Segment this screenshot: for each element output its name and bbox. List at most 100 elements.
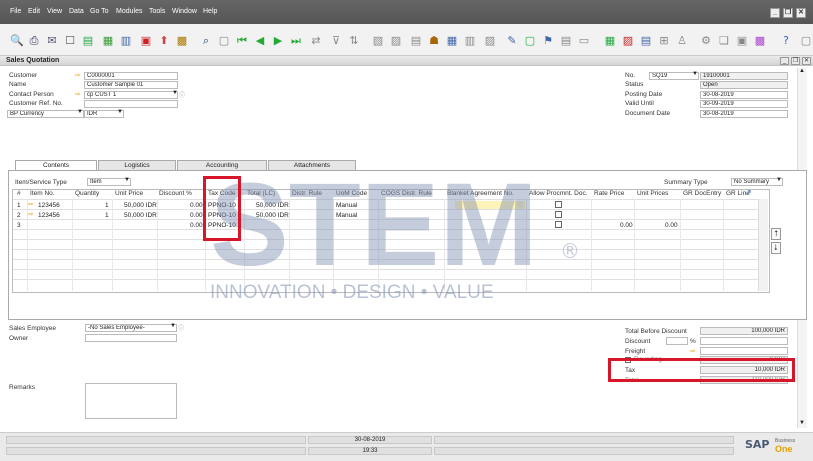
- quantity-cell[interactable]: 1: [105, 202, 109, 209]
- transaction-journal-icon[interactable]: ▨: [484, 35, 496, 47]
- menu-tools[interactable]: Tools: [149, 8, 165, 15]
- blanket-agreement-cell[interactable]: [455, 201, 525, 209]
- chevron-down-icon[interactable]: ▼: [117, 109, 123, 115]
- col-header-num[interactable]: #: [17, 190, 21, 197]
- launch-icon[interactable]: ⬆: [158, 35, 170, 47]
- lock-icon[interactable]: ▩: [176, 35, 188, 47]
- total-lc-cell[interactable]: 50,000 IDR: [256, 212, 289, 219]
- target-document-icon[interactable]: ▨: [390, 35, 402, 47]
- unit-prices-cell[interactable]: 0.00: [665, 222, 678, 229]
- col-header-blanket-agreement[interactable]: Blanket Agreement No.: [447, 190, 514, 197]
- discount-cell[interactable]: 0.00: [190, 202, 203, 209]
- info-icon[interactable]: ⓘ: [517, 200, 523, 209]
- chevron-down-icon[interactable]: ▼: [170, 323, 176, 329]
- messages-icon[interactable]: ▤: [560, 35, 572, 47]
- tab-attachments[interactable]: Attachments: [268, 160, 356, 170]
- contact-person-field[interactable]: cp CUST 1: [84, 91, 178, 99]
- menu-file[interactable]: File: [10, 8, 21, 15]
- allow-procmnt-checkbox[interactable]: [555, 221, 562, 228]
- menu-edit[interactable]: Edit: [28, 8, 40, 15]
- chevron-down-icon[interactable]: ▼: [124, 177, 130, 183]
- add-icon[interactable]: ▢: [218, 35, 230, 47]
- link-arrow-icon[interactable]: ⇨: [75, 90, 81, 98]
- volume-weight-icon[interactable]: ▥: [464, 35, 476, 47]
- col-header-unit-price[interactable]: Unit Price: [115, 190, 143, 197]
- base-document-icon[interactable]: ▧: [372, 35, 384, 47]
- minimize-icon[interactable]: _: [770, 8, 780, 18]
- menu-goto[interactable]: Go To: [90, 8, 109, 15]
- window-restore-icon[interactable]: ❐: [791, 57, 800, 65]
- col-header-uom-code[interactable]: UoM Code: [336, 190, 367, 197]
- col-header-allow-procmnt[interactable]: Allow Procmnt. Doc.: [529, 190, 588, 197]
- move-row-up-icon[interactable]: ⭡: [771, 228, 781, 240]
- exit-icon[interactable]: ▢: [800, 35, 812, 47]
- document-draft-icon[interactable]: ▢: [524, 35, 536, 47]
- remarks-textarea[interactable]: [85, 383, 177, 419]
- chevron-down-icon[interactable]: ▼: [776, 177, 782, 183]
- first-record-icon[interactable]: ⏮: [236, 35, 248, 47]
- bp-currency-select[interactable]: BP Currency: [7, 110, 84, 118]
- item-no-cell[interactable]: 123456: [38, 202, 60, 209]
- tab-logistics[interactable]: Logistics: [98, 160, 176, 170]
- menu-modules[interactable]: Modules: [116, 8, 142, 15]
- customer-field[interactable]: C0000001: [84, 72, 178, 80]
- addon-icon[interactable]: ▩: [754, 35, 766, 47]
- alerts-icon[interactable]: ⚑: [542, 35, 554, 47]
- uom-code-cell[interactable]: Manual: [336, 212, 357, 219]
- allow-procmnt-checkbox[interactable]: [555, 201, 562, 208]
- valid-until-field[interactable]: 30-09-2019: [700, 100, 788, 108]
- info-icon[interactable]: ⓘ: [179, 90, 185, 99]
- customer-ref-field[interactable]: [84, 100, 178, 108]
- edit-icon[interactable]: ✎: [506, 35, 518, 47]
- move-row-down-icon[interactable]: ⭣: [771, 242, 781, 254]
- scroll-down-icon[interactable]: ▼: [799, 420, 805, 426]
- excel-icon[interactable]: ▦: [102, 35, 114, 47]
- chevron-down-icon[interactable]: ▼: [77, 109, 83, 115]
- sms-icon[interactable]: ☐: [64, 35, 76, 47]
- report-icon[interactable]: ▤: [640, 35, 652, 47]
- window-minimize-icon[interactable]: _: [780, 57, 789, 65]
- chevron-down-icon[interactable]: ▼: [692, 71, 698, 77]
- rate-price-cell[interactable]: 0.00: [620, 222, 633, 229]
- relationship-map-icon[interactable]: ▤: [410, 35, 422, 47]
- window-close-icon[interactable]: ✕: [802, 57, 811, 65]
- word-icon[interactable]: ▥: [120, 35, 132, 47]
- unit-price-cell[interactable]: 50,000 IDR: [124, 212, 157, 219]
- find-icon[interactable]: ⌕: [200, 35, 212, 47]
- freight-field[interactable]: [700, 347, 788, 355]
- menu-help[interactable]: Help: [203, 8, 217, 15]
- copy-icon[interactable]: ❏: [718, 35, 730, 47]
- expand-icon[interactable]: ↗: [745, 188, 752, 197]
- col-header-quantity[interactable]: Quantity: [75, 190, 99, 197]
- gross-profit-icon[interactable]: ☗: [428, 35, 440, 47]
- info-icon[interactable]: ⓘ: [178, 323, 184, 332]
- quantity-cell[interactable]: 1: [105, 212, 109, 219]
- tree-icon[interactable]: ⊞: [658, 35, 670, 47]
- discount-amount-field[interactable]: [700, 337, 788, 345]
- link-arrow-icon[interactable]: ⇨: [28, 210, 34, 218]
- col-header-cogs-distr-rule[interactable]: COGS Distr. Rule: [381, 190, 432, 197]
- allow-procmnt-checkbox[interactable]: [555, 211, 562, 218]
- link-arrow-icon[interactable]: ⇨: [28, 200, 34, 208]
- close-icon[interactable]: ✕: [796, 8, 806, 18]
- chevron-down-icon[interactable]: ▼: [172, 90, 178, 96]
- col-header-total-lc[interactable]: Total (LC): [247, 190, 275, 197]
- tab-accounting[interactable]: Accounting: [177, 160, 267, 170]
- refresh-icon[interactable]: ⇄: [310, 35, 322, 47]
- print-preview-icon[interactable]: 🔍: [10, 35, 24, 47]
- settings-icon[interactable]: ⚙: [700, 35, 712, 47]
- sales-employee-select[interactable]: -No Sales Employee-: [85, 324, 177, 332]
- menu-window[interactable]: Window: [172, 8, 197, 15]
- name-field[interactable]: Customer Sample 01: [84, 81, 178, 89]
- col-header-distr-rule[interactable]: Distr. Rule: [292, 190, 322, 197]
- menu-data[interactable]: Data: [69, 8, 84, 15]
- owner-field[interactable]: [85, 334, 177, 342]
- form-settings-icon[interactable]: ▦: [604, 35, 616, 47]
- discount-cell[interactable]: 0.00: [190, 222, 203, 229]
- last-record-icon[interactable]: ⏭: [290, 35, 302, 47]
- item-no-cell[interactable]: 123456: [38, 212, 60, 219]
- discount-percent-field[interactable]: [666, 337, 688, 345]
- link-arrow-icon[interactable]: ⇨: [75, 71, 81, 79]
- posting-date-field[interactable]: 30-08-2019: [700, 91, 788, 99]
- col-header-gr-docentry[interactable]: GR DocEntry: [683, 190, 721, 197]
